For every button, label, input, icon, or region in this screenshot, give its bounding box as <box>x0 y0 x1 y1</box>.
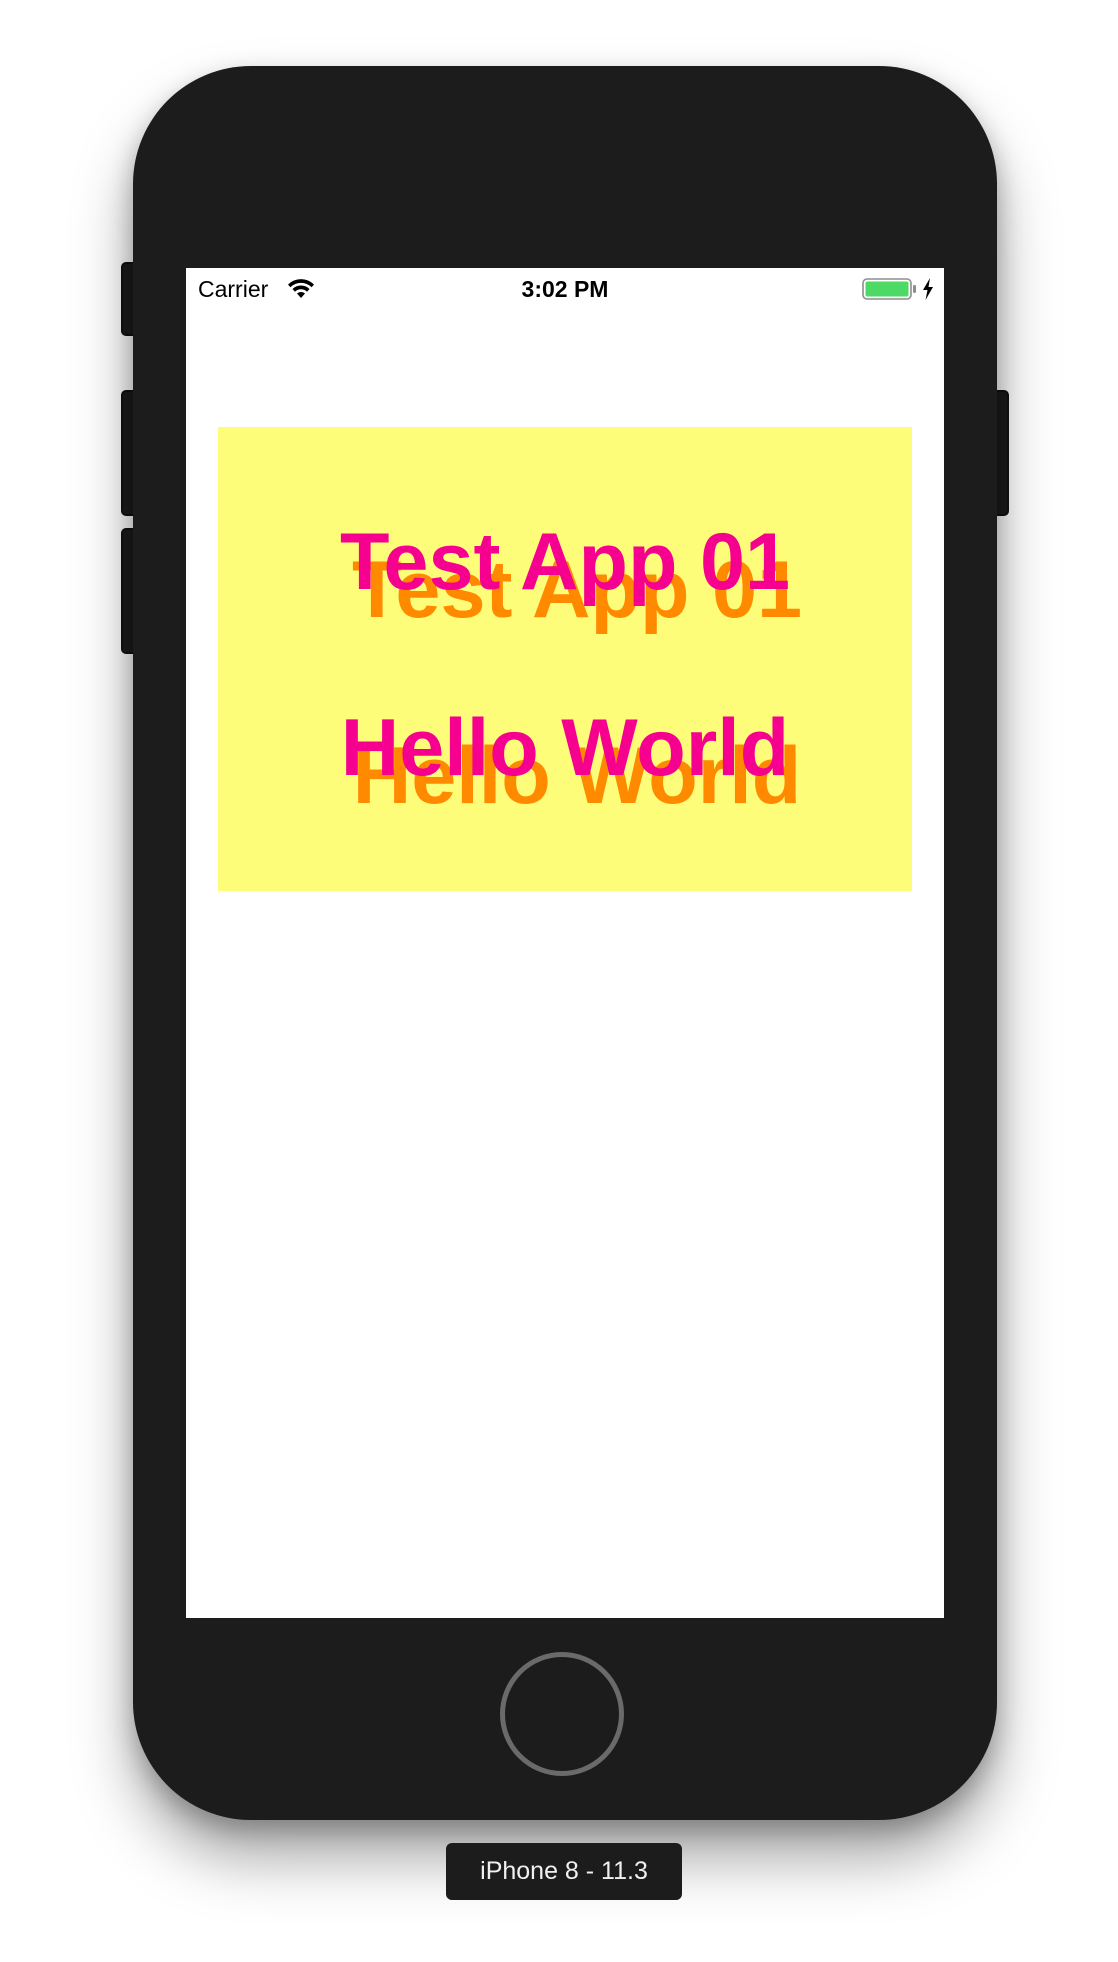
simulator-device-label: iPhone 8 - 11.3 <box>446 1843 682 1900</box>
status-bar: Carrier 3:02 PM <box>186 268 944 308</box>
title-label: Test App 01 <box>339 517 791 607</box>
yellow-content-box: Test App 01 Test App 01 Hello World Hell… <box>218 427 912 891</box>
home-button[interactable] <box>500 1652 624 1776</box>
charging-bolt-icon <box>923 278 933 300</box>
device-screen: Carrier 3:02 PM Test App 01 Test App 01 … <box>186 268 944 1618</box>
title-label-group: Test App 01 Test App 01 <box>218 517 912 635</box>
hello-label-group: Hello World Hello World <box>218 703 912 821</box>
status-time: 3:02 PM <box>521 276 609 302</box>
battery-icon <box>862 278 916 300</box>
hello-label: Hello World <box>340 703 790 793</box>
